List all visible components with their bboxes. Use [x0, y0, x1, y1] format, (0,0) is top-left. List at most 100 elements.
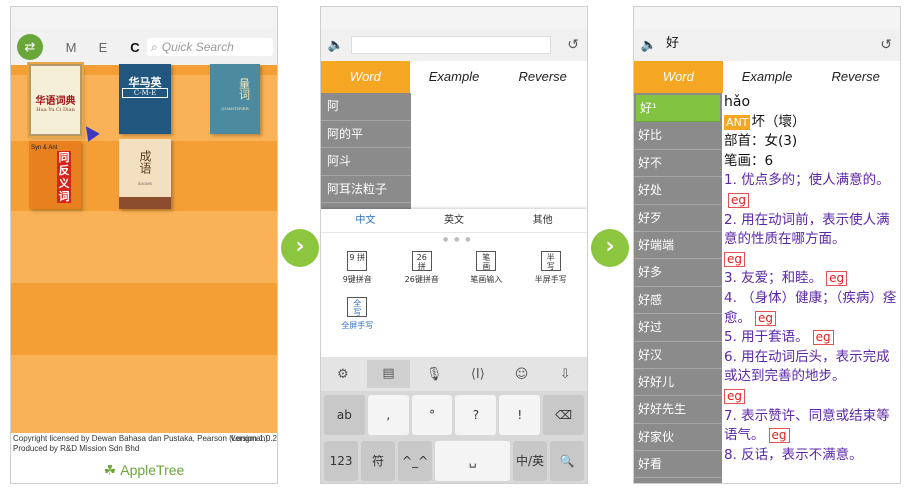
- ime-tab-chinese[interactable]: 中文: [321, 209, 410, 232]
- key-123[interactable]: 123: [324, 441, 359, 481]
- key-ab[interactable]: ab: [324, 395, 365, 435]
- sense-text: 7. 表示赞许、同意或结束等语气。: [724, 407, 890, 444]
- list-item[interactable]: 好歹: [634, 205, 722, 232]
- ime-26key-pinyin[interactable]: 26 拼 26键拼音: [390, 251, 455, 285]
- appletree-icon: ☘: [103, 461, 117, 478]
- key-lang-switch[interactable]: 中/英: [512, 441, 547, 481]
- microphone-icon[interactable]: 🎙: [412, 367, 456, 382]
- key-period[interactable]: °: [411, 395, 453, 435]
- ime-tab-other[interactable]: 其他: [498, 209, 587, 232]
- emoji-icon[interactable]: ☺: [500, 367, 544, 382]
- mode-tabs: Word Example Reverse: [321, 61, 587, 93]
- sense-2: 2. 用在动词前，表示使人满意的性质在哪方面。 eg: [724, 211, 898, 270]
- list-item[interactable]: 阿: [321, 93, 411, 121]
- list-item[interactable]: 阿耳法粒子: [321, 176, 411, 203]
- top-bar: ⇄ M E C ⌕ Quick Search: [11, 29, 277, 65]
- book-title: 成语: [138, 150, 152, 174]
- book-cme[interactable]: 华马英 C-M-E: [119, 64, 171, 134]
- book-title: 量词: [237, 78, 251, 100]
- ime-half-handwriting[interactable]: 半 写 半屏手写: [519, 251, 584, 285]
- example-button[interactable]: eg: [812, 330, 834, 346]
- version: Version 1.0.2: [230, 434, 277, 443]
- key-space[interactable]: ␣: [435, 441, 510, 481]
- status-bar: [11, 7, 277, 29]
- ime-option-icon: 26 拼: [411, 251, 432, 271]
- ime-options: 9 拼 9键拼音 26 拼 26键拼音 笔 画 笔画输入 半 写 半屏手写 全 …: [325, 251, 583, 331]
- ime-option-label: 26键拼音: [404, 275, 439, 284]
- search-input[interactable]: [351, 36, 551, 54]
- list-item[interactable]: 好好先生: [634, 396, 722, 424]
- book-subtitle: QUANTIFIER: [221, 106, 249, 111]
- status-bar: [321, 7, 587, 29]
- list-item[interactable]: 阿的平: [321, 121, 411, 148]
- ime-option-label: 半屏手写: [534, 275, 567, 284]
- book-quantifier[interactable]: 量词 QUANTIFIER: [210, 64, 260, 134]
- speaker-icon[interactable]: 🔈: [634, 38, 664, 53]
- speaker-icon[interactable]: 🔈: [321, 38, 351, 53]
- list-item[interactable]: 好过: [634, 314, 722, 342]
- search-input[interactable]: 好: [664, 36, 864, 54]
- back-icon[interactable]: ↺: [567, 37, 579, 53]
- tab-reverse[interactable]: Reverse: [811, 61, 900, 93]
- tab-reverse[interactable]: Reverse: [498, 61, 587, 93]
- key-comma[interactable]: ,: [367, 395, 409, 435]
- tab-e[interactable]: E: [87, 40, 119, 55]
- example-button[interactable]: eg: [728, 192, 749, 208]
- list-item-selected[interactable]: 好¹: [636, 95, 720, 123]
- list-item[interactable]: 好家伙: [634, 424, 722, 452]
- example-button[interactable]: eg: [755, 310, 776, 326]
- chevron-right-icon: ›: [281, 229, 319, 267]
- list-item[interactable]: 好汉: [634, 342, 722, 369]
- sense-1: 1. 优点多的；使人满意的。 eg: [724, 171, 898, 210]
- book-idioms[interactable]: 成语 IDIOMS: [119, 139, 171, 209]
- ime-tab-english[interactable]: 英文: [410, 209, 499, 232]
- example-button[interactable]: eg: [724, 388, 745, 404]
- search-icon: ⌕: [151, 39, 158, 54]
- apple-logo-icon[interactable]: ⇄: [17, 34, 43, 60]
- list-item[interactable]: 好多: [634, 259, 722, 287]
- settings-icon[interactable]: ⚙: [321, 367, 365, 382]
- keyboard-icon[interactable]: ▤: [366, 360, 411, 388]
- tab-example[interactable]: Example: [723, 61, 812, 93]
- tab-m[interactable]: M: [55, 40, 87, 55]
- ime-option-label: 笔画输入: [470, 275, 503, 284]
- list-item[interactable]: 好看: [634, 451, 722, 479]
- hide-keyboard-icon[interactable]: ⇩: [543, 367, 587, 382]
- tab-word[interactable]: Word: [321, 61, 410, 93]
- key-search[interactable]: 🔍: [549, 441, 585, 481]
- key-question[interactable]: ?: [455, 395, 497, 435]
- sense-7: 7. 表示赞许、同意或结束等语气。 eg: [724, 407, 898, 446]
- quick-search-input[interactable]: ⌕ Quick Search: [147, 38, 273, 56]
- book-syn-ant[interactable]: Syn & Ant 同反义词: [29, 141, 81, 209]
- book-band: [119, 197, 171, 209]
- cursor-icon[interactable]: ⟨I⟩: [456, 367, 500, 382]
- key-exclaim[interactable]: !: [499, 395, 541, 435]
- strokes: 笔画：6: [724, 152, 774, 169]
- key-backspace[interactable]: ⌫: [543, 395, 584, 435]
- key-symbol[interactable]: 符: [361, 441, 396, 481]
- example-button[interactable]: eg: [826, 271, 848, 287]
- tab-word[interactable]: Word: [634, 61, 723, 93]
- word-list: 阿 阿的平 阿斗 阿耳法粒子: [321, 93, 411, 213]
- ime-stroke-input[interactable]: 笔 画 笔画输入: [454, 251, 519, 285]
- list-item[interactable]: 好端端: [634, 232, 722, 260]
- key-emoticon[interactable]: ^_^: [398, 441, 433, 481]
- book-hua-yu-ci-dian[interactable]: 华语词典 Hua Yu Ci Dian: [27, 62, 84, 138]
- back-icon[interactable]: ↺: [880, 37, 892, 53]
- list-item[interactable]: 好感: [634, 287, 722, 315]
- list-item[interactable]: 好不: [634, 150, 722, 178]
- sense-5: 5. 用于套语。 eg: [724, 328, 898, 348]
- antonym-badge[interactable]: ANT: [724, 114, 751, 130]
- ime-option-icon: 全 写: [347, 297, 368, 317]
- list-item[interactable]: 好处: [634, 177, 722, 205]
- list-item[interactable]: 好比: [634, 122, 722, 150]
- example-button[interactable]: eg: [724, 251, 745, 267]
- ime-full-handwriting[interactable]: 全 写 全屏手写: [325, 297, 390, 331]
- search-bar: 🔈 好 ↺: [634, 29, 900, 61]
- example-button[interactable]: eg: [768, 428, 790, 444]
- ime-9key-pinyin[interactable]: 9 拼 9键拼音: [325, 251, 390, 285]
- tab-example[interactable]: Example: [410, 61, 499, 93]
- list-item[interactable]: 好好儿: [634, 369, 722, 397]
- input-method-panel: 中文 英文 其他 ● ● ● 9 拼 9键拼音 26 拼 26键拼音 笔 画 笔…: [321, 209, 587, 357]
- list-item[interactable]: 阿斗: [321, 148, 411, 176]
